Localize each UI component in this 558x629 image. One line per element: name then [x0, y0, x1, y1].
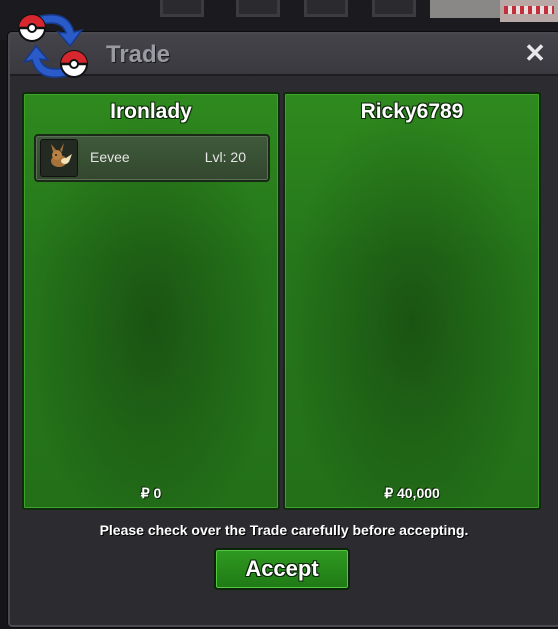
pokemon-name: Eevee [90, 149, 130, 165]
trade-logo-icon [18, 14, 88, 78]
wall-tile [500, 0, 558, 22]
pokemon-level: Lvl: 20 [204, 149, 246, 165]
right-money: ₽ 40,000 [384, 485, 440, 501]
right-trader-panel: Ricky6789 ₽ 40,000 [283, 92, 541, 510]
accept-button[interactable]: Accept [214, 548, 350, 590]
trade-notice: Please check over the Trade carefully be… [99, 522, 469, 538]
close-icon[interactable]: ✕ [522, 40, 548, 66]
eevee-sprite-icon [40, 139, 78, 177]
trade-window: Trade ✕ Ironlady Eevee Lvl: 20 ₽ 0 Ricky… [8, 32, 558, 627]
floor-tile [236, 0, 280, 17]
left-money: ₽ 0 [140, 485, 162, 501]
left-trader-name: Ironlady [110, 100, 192, 123]
window-title: Trade [106, 41, 171, 68]
floor-tile [160, 0, 204, 17]
left-trader-panel: Ironlady Eevee Lvl: 20 ₽ 0 [22, 92, 280, 510]
wall-tile [430, 0, 500, 18]
floor-tile [372, 0, 416, 17]
right-trader-name: Ricky6789 [360, 100, 464, 123]
floor-tile [304, 0, 348, 17]
trade-item-slot[interactable]: Eevee Lvl: 20 [34, 134, 270, 182]
